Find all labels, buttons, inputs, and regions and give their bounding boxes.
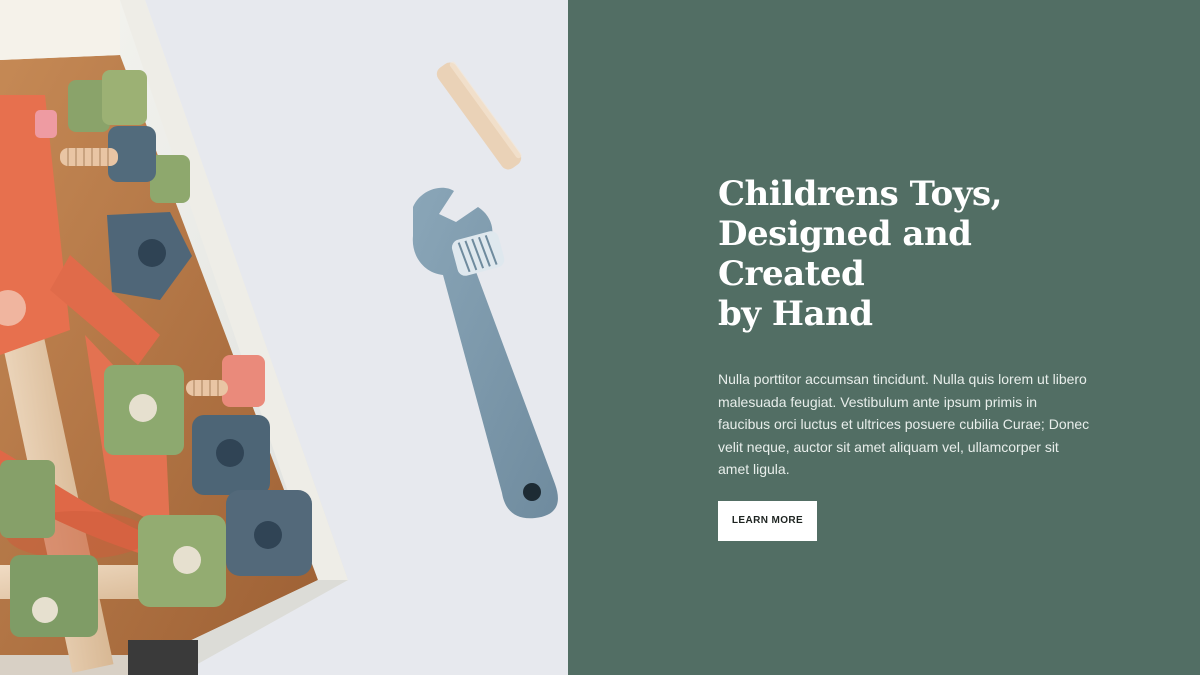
toy-photo-illustration (0, 0, 568, 675)
hero-image (0, 0, 568, 675)
hero-section: Childrens Toys, Designed and Created by … (0, 0, 1200, 675)
hero-body-text: Nulla porttitor accumsan tincidunt. Null… (718, 371, 1090, 477)
hero-heading: Childrens Toys, Designed and Created by … (718, 174, 1088, 334)
heading-line-2: Designed and Created (718, 214, 972, 294)
heading-line-1: Childrens Toys, (718, 174, 1002, 214)
screw-spring-1 (60, 148, 118, 166)
heading-line-3: by Hand (718, 294, 873, 334)
learn-more-button[interactable]: LEARN MORE (718, 500, 817, 541)
hero-content-panel: Childrens Toys, Designed and Created by … (568, 0, 1200, 675)
screw-spring-2 (186, 380, 228, 396)
